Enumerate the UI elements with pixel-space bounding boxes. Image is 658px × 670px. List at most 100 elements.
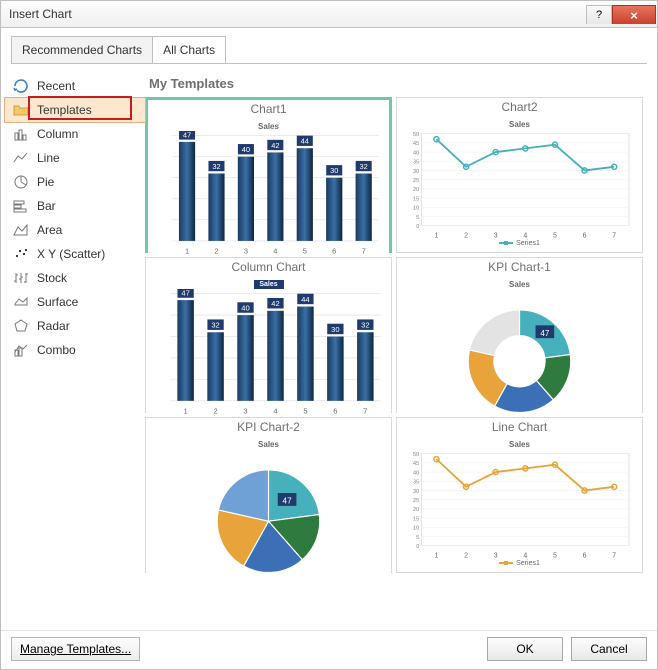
surface-chart-icon [13,294,29,310]
close-button[interactable]: × [612,5,656,24]
svg-text:1: 1 [184,407,188,416]
sidebar-item-area[interactable]: Area [5,218,145,242]
svg-text:10: 10 [413,206,419,212]
svg-text:4: 4 [523,232,527,239]
doughnut-chart-preview: 47 [403,289,636,429]
sidebar-item-label: Combo [37,343,76,357]
svg-text:45: 45 [413,141,419,147]
svg-text:6: 6 [583,552,587,559]
sidebar-item-combo[interactable]: Combo [5,338,145,362]
template-thumb-chart2[interactable]: Chart2 Sales 051015202530354045501234567… [396,97,643,253]
svg-text:32: 32 [211,321,219,330]
template-thumb-line-chart[interactable]: Line Chart Sales 05101520253035404550123… [396,417,643,573]
line-chart-preview: 051015202530354045501234567 [403,129,636,240]
sidebar-item-radar[interactable]: Radar [5,314,145,338]
section-heading: My Templates [149,76,643,91]
svg-text:4: 4 [273,247,277,256]
svg-text:7: 7 [612,552,616,559]
sidebar-item-label: Area [37,223,62,237]
sidebar-item-label: Bar [37,199,56,213]
svg-text:25: 25 [413,498,419,504]
svg-text:40: 40 [413,470,419,476]
line-chart-icon [13,150,29,166]
template-grid: Chart1 Sales 471322403424445306327 Chart… [145,97,647,626]
sidebar-item-xy-scatter[interactable]: X Y (Scatter) [5,242,145,266]
svg-text:50: 50 [413,452,419,458]
stock-chart-icon [13,270,29,286]
svg-text:2: 2 [214,247,218,256]
sidebar-item-label: X Y (Scatter) [37,247,105,261]
sidebar-item-bar[interactable]: Bar [5,194,145,218]
svg-text:30: 30 [330,166,338,175]
svg-text:32: 32 [360,162,368,171]
recent-icon [13,78,29,94]
sidebar-item-label: Column [37,127,78,141]
svg-text:10: 10 [413,526,419,532]
thumb-plot-title: Sales [154,122,383,131]
window-title: Insert Chart [1,7,72,21]
folder-icon [13,102,29,118]
sidebar-item-line[interactable]: Line [5,146,145,170]
thumb-legend: Series1 [403,560,636,567]
svg-text:40: 40 [413,150,419,156]
svg-text:47: 47 [283,497,293,506]
template-thumb-kpi-chart-2[interactable]: KPI Chart-2 Sales 47 [145,417,392,573]
manage-templates-button[interactable]: Manage Templates... [11,637,140,661]
svg-text:2: 2 [464,232,468,239]
sidebar-item-label: Recent [37,79,75,93]
chart-type-sidebar: Recent Templates Column Line [5,70,145,626]
pie-chart-icon [13,174,29,190]
tab-recommended-charts[interactable]: Recommended Charts [11,36,153,64]
svg-text:32: 32 [212,162,220,171]
svg-text:44: 44 [301,137,309,146]
thumb-plot-title: Sales [403,440,636,449]
svg-text:3: 3 [243,407,247,416]
help-button[interactable]: ? [586,5,612,24]
svg-text:3: 3 [494,232,498,239]
svg-text:42: 42 [271,299,279,308]
svg-text:44: 44 [301,295,309,304]
pie-chart-preview: 47 [152,449,385,589]
thumb-caption: KPI Chart-2 [146,418,391,436]
template-thumb-column-chart[interactable]: Column Chart Sales 471322403424445306327 [145,257,392,413]
svg-text:5: 5 [553,552,557,559]
titlebar: Insert Chart ? × [0,0,658,28]
svg-text:50: 50 [413,132,419,138]
svg-text:5: 5 [416,215,419,221]
thumb-legend: Series1 [403,240,636,247]
svg-text:6: 6 [333,407,337,416]
svg-text:5: 5 [416,535,419,541]
thumb-caption: KPI Chart-1 [397,258,642,276]
tab-all-charts[interactable]: All Charts [152,36,226,64]
svg-text:30: 30 [413,489,419,495]
svg-text:7: 7 [612,232,616,239]
svg-text:42: 42 [271,141,279,150]
svg-text:0: 0 [416,224,419,230]
ok-button[interactable]: OK [487,637,563,661]
svg-text:6: 6 [332,247,336,256]
sidebar-item-stock[interactable]: Stock [5,266,145,290]
sidebar-item-pie[interactable]: Pie [5,170,145,194]
svg-text:40: 40 [241,303,249,312]
sidebar-item-surface[interactable]: Surface [5,290,145,314]
template-thumb-chart1[interactable]: Chart1 Sales 471322403424445306327 [145,97,392,253]
cancel-button[interactable]: Cancel [571,637,647,661]
thumb-caption: Chart2 [397,98,642,116]
sidebar-item-column[interactable]: Column [5,122,145,146]
svg-text:5: 5 [303,407,307,416]
thumb-plot-title: Sales [403,120,636,129]
template-thumb-kpi-chart-1[interactable]: KPI Chart-1 Sales 47 [396,257,643,413]
bar-chart-icon [13,198,29,214]
svg-text:15: 15 [413,516,419,522]
sidebar-item-recent[interactable]: Recent [5,74,145,98]
thumb-caption: Column Chart [146,258,391,276]
svg-text:4: 4 [523,552,527,559]
svg-text:5: 5 [303,247,307,256]
svg-text:32: 32 [361,321,369,330]
svg-text:3: 3 [244,247,248,256]
svg-text:20: 20 [413,187,419,193]
svg-text:6: 6 [583,232,587,239]
svg-text:30: 30 [331,325,339,334]
sidebar-item-templates[interactable]: Templates [5,98,145,122]
scatter-chart-icon [13,246,29,262]
